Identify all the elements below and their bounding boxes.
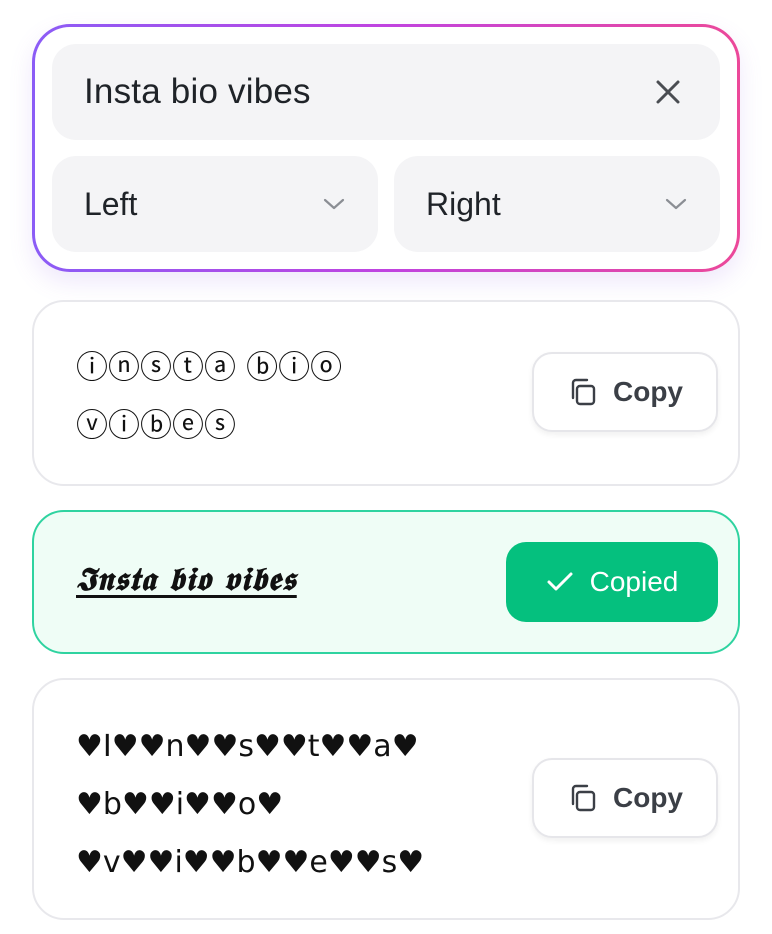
page: Insta bio vibes Left Right ⓘⓝⓢⓣⓐ ⓑⓘⓞ ⓥⓘⓑ… — [0, 0, 772, 934]
copy-button[interactable]: Copy — [532, 758, 718, 838]
copy-icon — [571, 784, 596, 812]
left-select-value: Left — [84, 185, 138, 222]
controls-card: Insta bio vibes Left Right — [32, 24, 740, 272]
copy-icon — [571, 378, 596, 406]
controls-inner: Insta bio vibes Left Right — [35, 27, 737, 269]
text-input-value[interactable]: Insta bio vibes — [84, 72, 648, 112]
close-icon — [656, 80, 680, 104]
clear-button[interactable] — [648, 72, 688, 112]
copy-button-label: Copy — [613, 376, 683, 407]
copied-button[interactable]: Copied — [506, 542, 718, 622]
copy-button-label: Copy — [613, 782, 683, 813]
left-decoration-select[interactable]: Left — [52, 156, 378, 252]
text-input[interactable]: Insta bio vibes — [52, 44, 720, 140]
checkmark-icon — [547, 572, 573, 591]
copy-button[interactable]: Copy — [532, 352, 718, 432]
copied-button-label: Copied — [589, 566, 679, 597]
chevron-down-icon — [322, 192, 346, 216]
chevron-down-icon — [664, 192, 688, 216]
result-text: ♥I♥♥n♥♥s♥♥t♥♥a♥ ♥b♥♥i♥♥o♥ ♥v♥♥i♥♥b♥♥e♥♥s… — [76, 729, 425, 880]
result-card: ♥I♥♥n♥♥s♥♥t♥♥a♥ ♥b♥♥i♥♥o♥ ♥v♥♥i♥♥b♥♥e♥♥s… — [32, 678, 740, 920]
right-select-value: Right — [426, 185, 501, 222]
result-card-copied: 𝕴𝖓𝖘𝖙𝖆 𝖇𝖎𝖔 𝖛𝖎𝖇𝖊𝖘 Copied — [32, 510, 740, 654]
result-text: ⓘⓝⓢⓣⓐ ⓑⓘⓞ ⓥⓘⓑⓔⓢ — [76, 348, 343, 444]
result-text: 𝕴𝖓𝖘𝖙𝖆 𝖇𝖎𝖔 𝖛𝖎𝖇𝖊𝖘 — [76, 560, 297, 598]
result-card: ⓘⓝⓢⓣⓐ ⓑⓘⓞ ⓥⓘⓑⓔⓢ Copy — [32, 300, 740, 486]
right-decoration-select[interactable]: Right — [394, 156, 720, 252]
